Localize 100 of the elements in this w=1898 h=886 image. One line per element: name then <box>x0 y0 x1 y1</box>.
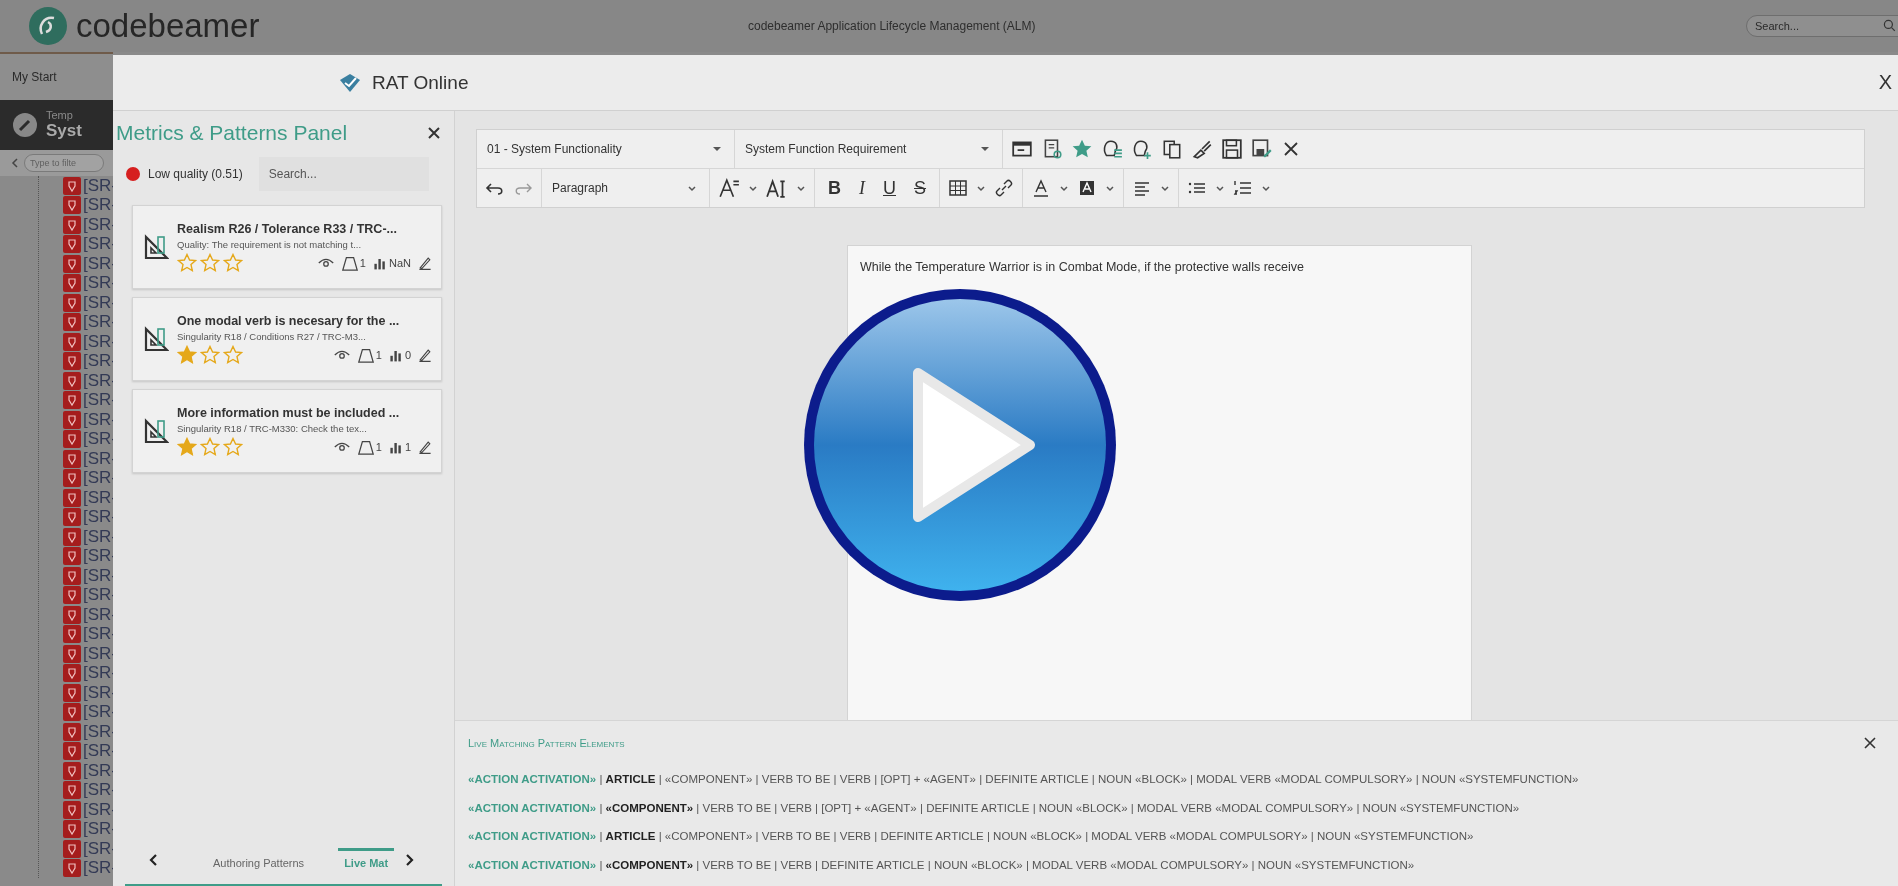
tree-item[interactable]: [SR- <box>83 448 117 469</box>
tree-item[interactable]: [SR- <box>83 546 117 567</box>
tree-item[interactable]: [SR- <box>83 312 117 333</box>
tree-item[interactable]: [SR- <box>83 390 117 411</box>
pattern-sequence: «ACTION ACTIVATION» | ARTICLE | «COMPONENT» | VERB TO BE | VERB | [OPT] + «AGENT» | DEFINITE ARTICLE | NOUN «BLOCK» | MODAL VERB «MODAL COMPULSORY» | NOUN «SYSTEMFUNCTION» <box>468 772 1580 787</box>
requirement-icon <box>63 410 81 429</box>
tree-item[interactable]: [SR- <box>83 175 117 196</box>
requirement-icon <box>63 293 81 312</box>
nav-tab[interactable]: My Start <box>12 70 57 84</box>
panel-tab[interactable]: Live Mat <box>338 847 395 873</box>
caret-icon[interactable] <box>796 183 806 193</box>
score-value: 0 <box>404 348 411 361</box>
panel-tab[interactable]: Authoring Patterns <box>207 847 311 873</box>
tree-item[interactable]: [SR- <box>83 799 117 820</box>
format-button[interactable]: S <box>909 177 931 199</box>
caret-icon[interactable] <box>976 183 986 193</box>
format-button[interactable]: B <box>823 177 846 199</box>
pattern-card[interactable]: Realism R26 / Tolerance R33 / TRC-... Quality: The requirement is not matching t... 1 NaN <box>132 205 442 289</box>
type-dropdown[interactable]: System Function Requirement <box>743 130 1003 168</box>
tree-item[interactable]: [SR- <box>83 429 117 450</box>
tree-item[interactable]: [SR- <box>83 565 117 586</box>
tree-item[interactable]: [SR- <box>83 487 117 508</box>
tree-item[interactable]: [SR- <box>83 663 117 684</box>
link-icon[interactable] <box>994 178 1014 198</box>
pattern-sequence: «ACTION ACTIVATION» | ARTICLE | «COMPONENT» | VERB TO BE | VERB | DEFINITE ARTICLE | NOUN «BLOCK» | MODAL VERB «MODAL COMPULSORY» | NOUN «SYSTEMFUNCTION» <box>468 829 1475 844</box>
close-button[interactable]: X <box>1872 71 1898 94</box>
format-button[interactable]: I <box>854 177 870 199</box>
requirement-icon <box>63 547 81 566</box>
tree-item[interactable]: [SR- <box>83 526 117 547</box>
tree-item[interactable]: [SR- <box>83 585 117 606</box>
set-square-ruler-icon <box>143 326 169 352</box>
tree-item[interactable]: [SR- <box>83 624 117 645</box>
set-square-ruler-icon <box>143 418 169 444</box>
pattern-card[interactable]: One modal verb is necesary for the ... Singularity R18 / Conditions R27 / TRC-M3... 1 0 <box>132 297 442 381</box>
tree-item[interactable]: [SR- <box>83 273 117 294</box>
tree-item[interactable]: [SR- <box>83 370 117 391</box>
item-title: Syst <box>46 121 82 141</box>
tree-item[interactable]: [SR- <box>83 604 117 625</box>
requirement-icon <box>63 703 81 722</box>
tree-item[interactable]: [SR- <box>83 838 117 859</box>
star-icon[interactable] <box>1071 138 1093 160</box>
tree-item[interactable]: [SR- <box>83 741 117 762</box>
search-field[interactable]: Search... <box>258 157 429 191</box>
requirement-icon <box>63 196 81 215</box>
format-button[interactable]: U <box>878 177 901 199</box>
tree-item[interactable]: [SR- <box>83 234 117 255</box>
requirement-icon <box>63 781 81 800</box>
caret-icon[interactable] <box>1059 183 1069 193</box>
pattern-card[interactable]: More information must be included ... Singularity R18 / TRC-M330: Check the tex... 1 1 <box>132 389 442 473</box>
save-icon[interactable] <box>1221 138 1243 160</box>
tree-item[interactable]: [SR- <box>83 351 117 372</box>
tree-item[interactable]: [SR- <box>83 195 117 216</box>
requirement-icon <box>63 761 81 780</box>
tree-item[interactable]: [SR- <box>83 253 117 274</box>
requirement-icon <box>63 215 81 234</box>
font-color-icon[interactable] <box>1031 178 1051 198</box>
paragraph-dropdown[interactable]: Paragraph <box>550 169 710 207</box>
close-icon[interactable] <box>1862 735 1878 751</box>
tree-item[interactable]: [SR- <box>83 702 117 723</box>
tree-item[interactable]: [SR- <box>83 780 117 801</box>
copy-icon[interactable] <box>1161 138 1183 160</box>
brush-icon[interactable] <box>1191 138 1213 160</box>
tree-item[interactable]: [SR- <box>83 409 117 430</box>
caret-icon[interactable] <box>687 183 697 193</box>
tree-item[interactable]: [SR- <box>83 721 117 742</box>
lightbulb-plus-icon[interactable] <box>1131 138 1153 160</box>
caret-icon[interactable] <box>1160 183 1170 193</box>
tree-item[interactable]: [SR- <box>83 858 117 879</box>
numbered-list-icon[interactable] <box>1233 178 1253 198</box>
highlight-color-icon[interactable] <box>1077 178 1097 198</box>
pattern-sequence: «ACTION ACTIVATION» | «COMPONENT» | VERB TO BE | VERB | DEFINITE ARTICLE | NOUN «BLOCK» | MODAL VERB «MODAL COMPULSORY» | NOUN «SYSTEMFUNCTION» <box>468 857 1416 873</box>
tree-item[interactable]: [SR- <box>83 682 117 703</box>
panel-title: Metrics & Patterns Panel <box>116 121 349 145</box>
tree-item[interactable]: [SR- <box>83 468 117 489</box>
search-field[interactable]: Search... <box>1746 15 1898 37</box>
card-title: One modal verb is necesary for the ... <box>177 313 401 328</box>
caret-icon[interactable] <box>748 183 758 193</box>
filter-field[interactable]: Type to filte <box>24 154 104 172</box>
lightbulb-list-icon[interactable] <box>1101 138 1123 160</box>
dropdown-arrow-icon <box>980 144 990 154</box>
tree-item[interactable]: [SR- <box>83 331 117 352</box>
dialog-title: RAT Online <box>372 71 469 94</box>
font-size-icon[interactable] <box>718 177 740 199</box>
caret-icon[interactable] <box>1261 183 1271 193</box>
close-icon[interactable] <box>426 125 442 141</box>
tree-item[interactable]: [SR- <box>83 643 117 664</box>
caret-icon[interactable] <box>1215 183 1225 193</box>
chevron-left-icon[interactable] <box>147 853 159 867</box>
save-edit-icon[interactable] <box>1251 138 1273 160</box>
table-icon[interactable] <box>948 178 968 198</box>
tree-item[interactable]: [SR- <box>83 507 117 528</box>
tree-item[interactable]: [SR- <box>83 819 117 840</box>
tree-item[interactable]: [SR- <box>83 292 117 313</box>
caret-icon[interactable] <box>1105 183 1115 193</box>
tree-item[interactable]: [SR- <box>83 214 117 235</box>
requirement-icon <box>63 430 81 449</box>
text-height-icon[interactable] <box>766 177 788 199</box>
star-icon <box>200 344 220 365</box>
tree-item[interactable]: [SR- <box>83 760 117 781</box>
type-dropdown[interactable]: 01 - System Functionality <box>485 130 735 168</box>
